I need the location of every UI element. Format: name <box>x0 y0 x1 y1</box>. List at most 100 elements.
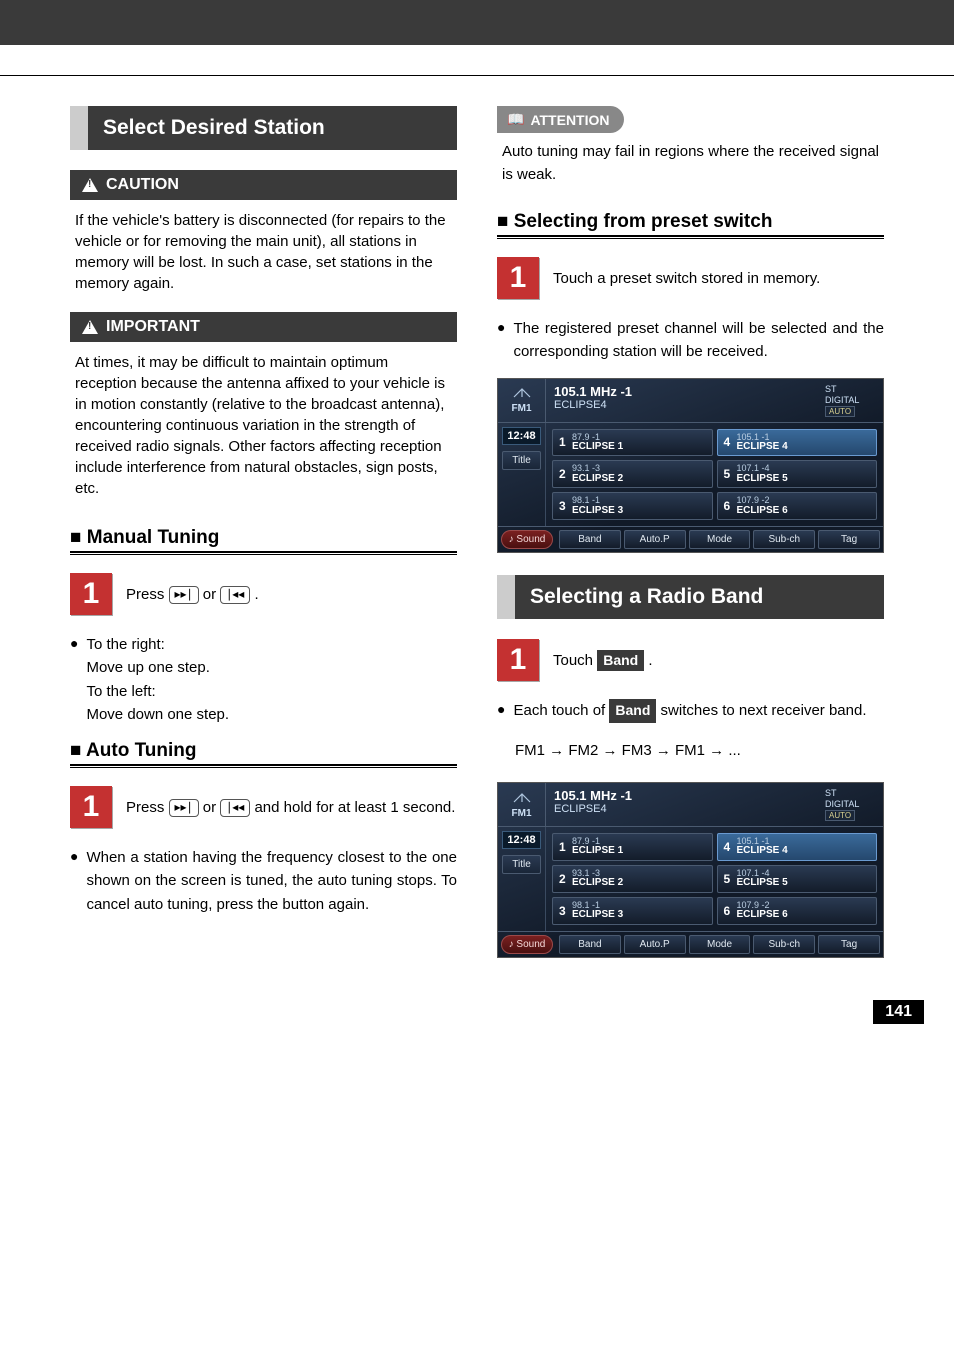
text: or <box>203 586 221 603</box>
radio-subch-button[interactable]: Sub-ch <box>753 935 815 954</box>
radio-sound-button[interactable]: ♪ Sound <box>501 530 553 549</box>
radio-body: 12:48 Title 187.9 -1ECLIPSE 1 4105.1 -1E… <box>498 423 883 527</box>
auto-step-1: 1 Press ▸▸∣ or ∣◂◂ and hold for at least… <box>70 786 457 828</box>
radio-station-name: ECLIPSE4 <box>554 399 813 411</box>
preset-2[interactable]: 293.1 -3ECLIPSE 2 <box>552 865 713 893</box>
text: To the left: <box>86 680 229 703</box>
prev-track-icon: ∣◂◂ <box>220 586 250 604</box>
attention-header: 📖 ATTENTION <box>497 106 624 133</box>
bullet-body: To the right: Move up one step. To the l… <box>86 633 229 726</box>
page-content: Select Desired Station CAUTION If the ve… <box>0 76 954 1000</box>
digital-indicator: DIGITAL <box>825 799 859 809</box>
text: . <box>648 652 652 669</box>
text: To the right: <box>86 633 229 656</box>
preset-5[interactable]: 5107.1 -4ECLIPSE 5 <box>717 460 878 488</box>
attention-body: Auto tuning may fail in regions where th… <box>497 133 884 201</box>
radio-presets: 187.9 -1ECLIPSE 1 4105.1 -1ECLIPSE 4 293… <box>546 827 883 931</box>
text: Press <box>126 586 169 603</box>
footer: 141 <box>0 1000 954 1044</box>
radio-bottom-buttons: Band Auto.P Mode Sub-ch Tag <box>556 527 883 552</box>
radio-mode-button[interactable]: Mode <box>689 530 751 549</box>
text: Touch <box>553 652 597 669</box>
step-number: 1 <box>70 573 112 615</box>
left-column: Select Desired Station CAUTION If the ve… <box>70 106 457 980</box>
preset-step-1: 1 Touch a preset switch stored in memory… <box>497 257 884 299</box>
caution-icon <box>82 178 98 192</box>
preset-2[interactable]: 293.1 -3ECLIPSE 2 <box>552 460 713 488</box>
next-track-icon: ▸▸∣ <box>169 586 199 604</box>
radio-screen-preset: FM1 105.1 MHz -1 ECLIPSE4 ST DIGITAL AUT… <box>497 378 884 554</box>
bullet-body: The registered preset channel will be se… <box>513 317 884 364</box>
preset-name: ECLIPSE 3 <box>572 910 623 921</box>
radio-station-name: ECLIPSE4 <box>554 803 813 815</box>
caution-body: If the vehicle's battery is disconnected… <box>70 200 457 312</box>
radio-band-button[interactable]: Band <box>559 935 621 954</box>
preset-4[interactable]: 4105.1 -1ECLIPSE 4 <box>717 429 878 457</box>
preset-name: ECLIPSE 1 <box>572 846 623 857</box>
important-header: IMPORTANT <box>70 312 457 342</box>
radio-band-indicator[interactable]: FM1 <box>498 783 546 826</box>
band-step-text: Touch Band . <box>553 650 653 672</box>
manual-bullet: ● To the right: Move up one step. To the… <box>70 633 457 726</box>
preset-3[interactable]: 398.1 -1ECLIPSE 3 <box>552 897 713 925</box>
radio-autop-button[interactable]: Auto.P <box>624 935 686 954</box>
text: . <box>254 586 258 603</box>
radio-tag-button[interactable]: Tag <box>818 530 880 549</box>
bullet-dot: ● <box>70 633 78 726</box>
preset-name: ECLIPSE 4 <box>737 442 788 453</box>
manual-step-1: 1 Press ▸▸∣ or ∣◂◂ . <box>70 573 457 615</box>
preset-num: 2 <box>559 872 567 886</box>
text: and hold for at least 1 second. <box>254 799 455 816</box>
radio-band-button[interactable]: Band <box>559 530 621 549</box>
radio-status: ST DIGITAL AUTO <box>821 379 883 422</box>
bullet-dot: ● <box>70 846 78 916</box>
right-column: 📖 ATTENTION Auto tuning may fail in regi… <box>497 106 884 980</box>
divider <box>70 554 457 555</box>
stereo-indicator: ST <box>825 384 837 394</box>
manual-tuning-heading: ■ Manual Tuning <box>70 527 457 553</box>
preset-num: 5 <box>724 872 732 886</box>
radio-tag-button[interactable]: Tag <box>818 935 880 954</box>
section-title-radio-band: Selecting a Radio Band <box>497 575 884 619</box>
radio-screen-band: FM1 105.1 MHz -1 ECLIPSE4 ST DIGITAL AUT… <box>497 782 884 958</box>
preset-num: 4 <box>724 435 732 449</box>
radio-band-indicator[interactable]: FM1 <box>498 379 546 422</box>
manual-step-text: Press ▸▸∣ or ∣◂◂ . <box>126 584 259 605</box>
radio-subch-button[interactable]: Sub-ch <box>753 530 815 549</box>
auto-step-text: Press ▸▸∣ or ∣◂◂ and hold for at least 1… <box>126 797 455 818</box>
radio-sound-button[interactable]: ♪ Sound <box>501 935 553 954</box>
preset-1[interactable]: 187.9 -1ECLIPSE 1 <box>552 833 713 861</box>
radio-now-playing: 105.1 MHz -1 ECLIPSE4 <box>546 783 821 826</box>
preset-num: 5 <box>724 467 732 481</box>
radio-title-button[interactable]: Title <box>502 855 541 874</box>
text: Press <box>126 799 169 816</box>
preset-6[interactable]: 6107.9 -2ECLIPSE 6 <box>717 897 878 925</box>
band-step-1: 1 Touch Band . <box>497 639 884 681</box>
preset-3[interactable]: 398.1 -1ECLIPSE 3 <box>552 492 713 520</box>
radio-bottom-bar: ♪ Sound Band Auto.P Mode Sub-ch Tag <box>498 931 883 957</box>
radio-status: ST DIGITAL AUTO <box>821 783 883 826</box>
preset-name: ECLIPSE 1 <box>572 442 623 453</box>
divider <box>497 238 884 239</box>
preset-name: ECLIPSE 3 <box>572 506 623 517</box>
preset-name: ECLIPSE 6 <box>737 506 788 517</box>
radio-autop-button[interactable]: Auto.P <box>624 530 686 549</box>
radio-clock: 12:48 <box>502 831 541 849</box>
radio-mode-button[interactable]: Mode <box>689 935 751 954</box>
preset-bullet: ● The registered preset channel will be … <box>497 317 884 364</box>
text: switches to next receiver band. <box>661 702 867 719</box>
preset-num: 6 <box>724 904 732 918</box>
radio-title-button[interactable]: Title <box>502 451 541 470</box>
band-bullet: ● Each touch of Band switches to next re… <box>497 699 884 723</box>
auto-bullet: ● When a station having the frequency cl… <box>70 846 457 916</box>
important-body: At times, it may be difficult to maintai… <box>70 342 457 517</box>
radio-clock: 12:48 <box>502 427 541 445</box>
caution-label: CAUTION <box>106 176 179 194</box>
preset-5[interactable]: 5107.1 -4ECLIPSE 5 <box>717 865 878 893</box>
band-touch-button: Band <box>597 650 644 672</box>
preset-1[interactable]: 187.9 -1ECLIPSE 1 <box>552 429 713 457</box>
radio-frequency: 105.1 MHz -1 <box>554 384 813 399</box>
preset-num: 3 <box>559 904 567 918</box>
preset-6[interactable]: 6107.9 -2ECLIPSE 6 <box>717 492 878 520</box>
preset-4[interactable]: 4105.1 -1ECLIPSE 4 <box>717 833 878 861</box>
